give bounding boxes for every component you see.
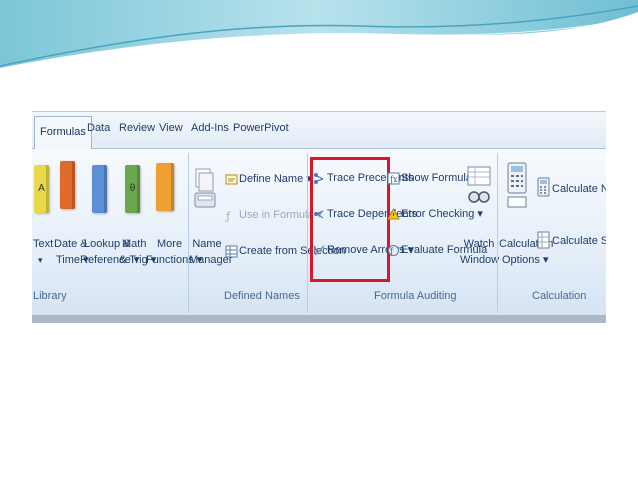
tab-review[interactable]: Review bbox=[119, 122, 155, 134]
calculate-sheet-icon bbox=[537, 231, 550, 249]
calculation-options-icon[interactable] bbox=[506, 161, 528, 209]
tab-data[interactable]: Data bbox=[87, 122, 110, 134]
more-functions-book-icon[interactable] bbox=[156, 163, 174, 211]
define-name-icon bbox=[225, 174, 238, 185]
calculate-sheet-button[interactable]: Calculate Sheet bbox=[552, 234, 606, 248]
calculate-now-button[interactable]: Calculate Now bbox=[552, 182, 606, 196]
svg-text:ƒ: ƒ bbox=[225, 210, 231, 222]
more-functions-label-1[interactable]: More bbox=[157, 237, 182, 251]
error-checking-button[interactable]: Error Checking ▾ bbox=[401, 207, 483, 221]
date-time-book-icon[interactable] bbox=[60, 161, 75, 209]
group-separator bbox=[307, 153, 308, 313]
auditing-highlight-box bbox=[310, 157, 390, 282]
text-button-label[interactable]: Text bbox=[33, 237, 53, 251]
text-book-letter: A bbox=[38, 183, 45, 194]
tab-add-ins[interactable]: Add-Ins bbox=[191, 122, 229, 134]
name-manager-icon[interactable] bbox=[193, 167, 217, 213]
formula-auditing-group-label: Formula Auditing bbox=[374, 290, 457, 302]
text-book-icon[interactable]: A bbox=[34, 165, 49, 213]
decorative-wave bbox=[0, 0, 638, 71]
error-checking-icon bbox=[387, 208, 400, 220]
date-time-label-1[interactable]: Date & bbox=[54, 237, 88, 251]
name-manager-label-2[interactable]: Manager bbox=[189, 253, 232, 267]
ribbon-body: A θ Text ▾ Date & Time ▾ Lookup & Refere… bbox=[32, 149, 606, 315]
group-separator bbox=[497, 153, 498, 313]
calculate-now-icon bbox=[537, 177, 550, 197]
svg-text:ƒx: ƒx bbox=[389, 175, 398, 184]
math-trig-label-1[interactable]: Math bbox=[122, 237, 146, 251]
text-dropdown-arrow[interactable]: ▾ bbox=[38, 253, 43, 267]
tab-powerpivot[interactable]: PowerPivot bbox=[233, 122, 289, 134]
name-manager-label-1[interactable]: Name bbox=[190, 237, 224, 251]
ribbon-tab-bar: Formulas Data Review View Add-Ins PowerP… bbox=[32, 112, 606, 150]
watch-window-label-2[interactable]: Window bbox=[460, 253, 499, 267]
ribbon-bottom-edge bbox=[32, 315, 606, 323]
show-formulas-icon: ƒx bbox=[387, 172, 400, 185]
watch-window-icon[interactable] bbox=[466, 165, 492, 209]
define-name-button[interactable]: Define Name ▾ bbox=[239, 172, 312, 186]
watch-window-label-1[interactable]: Watch bbox=[462, 237, 496, 251]
use-in-formula-icon: ƒ bbox=[225, 210, 231, 222]
evaluate-formula-icon: ƒ bbox=[388, 245, 399, 256]
group-separator bbox=[188, 153, 189, 313]
calculation-group-label: Calculation bbox=[532, 290, 587, 302]
math-book-letter: θ bbox=[129, 183, 136, 194]
create-from-selection-icon bbox=[225, 245, 238, 258]
function-library-group-label: Library bbox=[33, 290, 67, 302]
formulas-ribbon: Formulas Data Review View Add-Ins PowerP… bbox=[32, 111, 606, 323]
calculation-options-label-2[interactable]: Options ▾ bbox=[502, 253, 549, 267]
tab-formulas[interactable]: Formulas bbox=[34, 116, 92, 150]
tab-view[interactable]: View bbox=[159, 122, 183, 134]
math-book-icon[interactable]: θ bbox=[125, 165, 140, 213]
lookup-book-icon[interactable] bbox=[92, 165, 107, 213]
defined-names-group-label: Defined Names bbox=[224, 290, 300, 302]
